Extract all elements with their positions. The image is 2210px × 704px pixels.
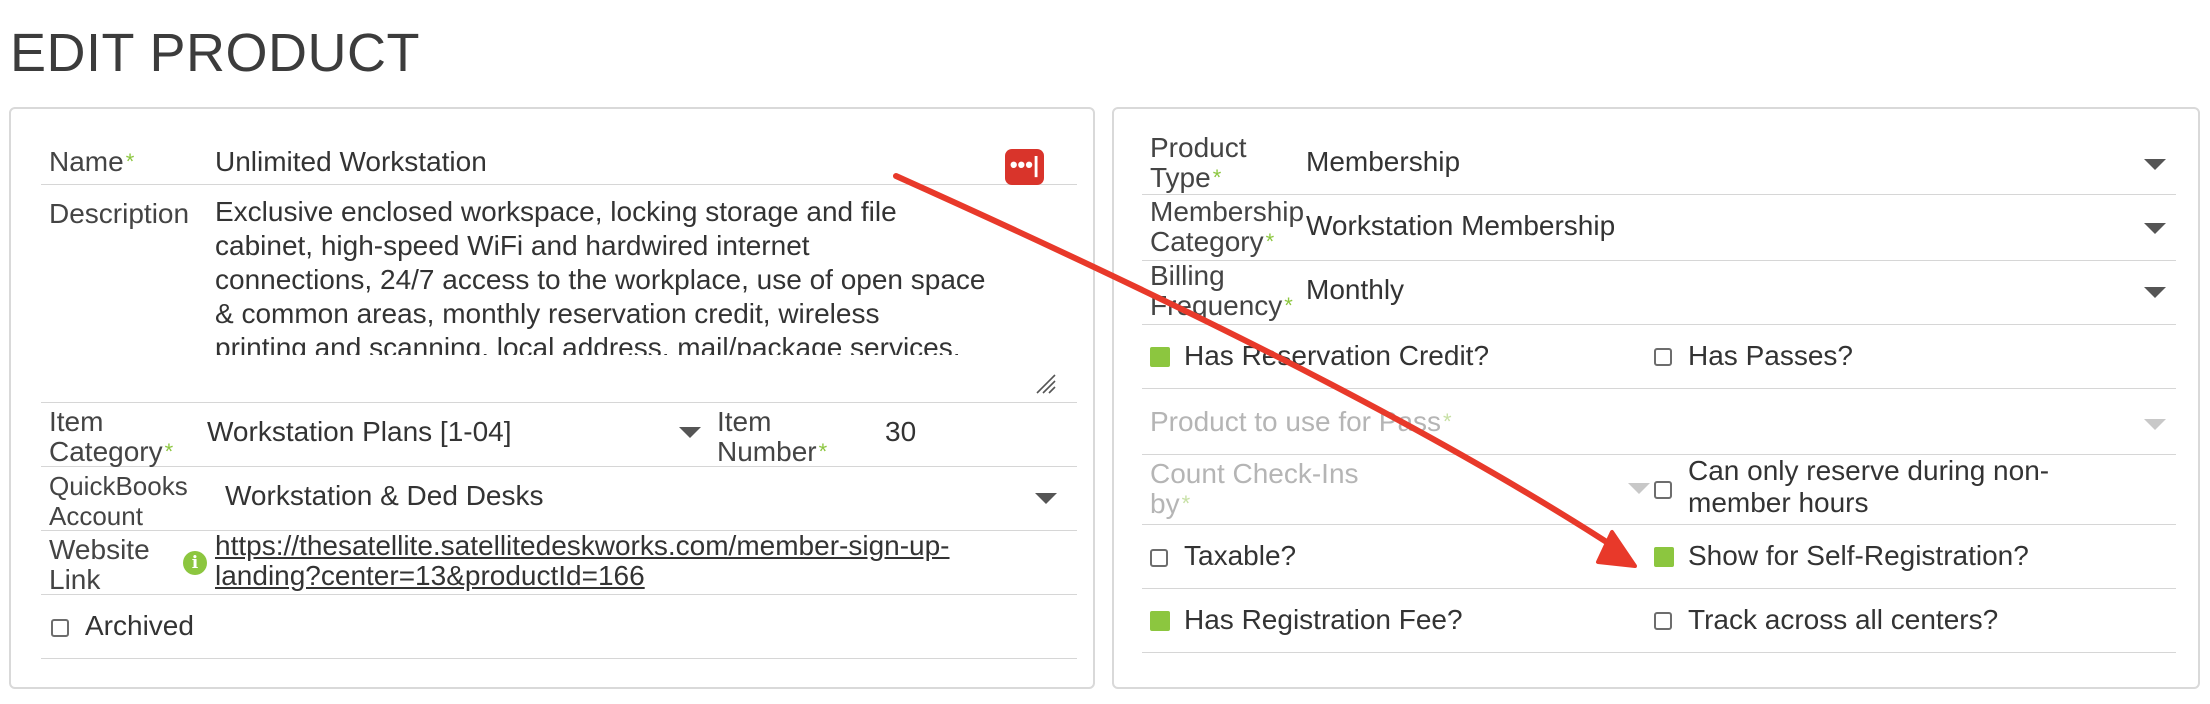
archived-row: Archived	[41, 595, 1077, 659]
track-all-centers-label: Track across all centers?	[1688, 604, 1999, 635]
checkins-row: Count Check-Ins by* Can only reserve duri…	[1142, 455, 2176, 525]
has-reservation-credit-label: Has Reservation Credit?	[1184, 340, 1490, 371]
archived-checkbox[interactable]	[51, 619, 69, 637]
product-type-row: Product Type* Membership	[1142, 131, 2176, 195]
chevron-down-icon[interactable]	[2144, 287, 2166, 298]
product-details-panel: Name* Unlimited Workstation •••| Descrip…	[9, 107, 1095, 689]
item-number-label: Item Number*	[717, 406, 828, 467]
quickbooks-row: QuickBooks Account Workstation & Ded Des…	[41, 467, 1077, 531]
non-member-hours-label: Can only reserve during non-member hours	[1688, 455, 2050, 518]
taxable-label: Taxable?	[1184, 540, 1297, 571]
has-passes-checkbox[interactable]	[1654, 348, 1672, 366]
name-row: Name* Unlimited Workstation	[41, 131, 1077, 185]
product-type-select[interactable]: Membership	[1306, 145, 1460, 179]
product-for-pass-label: Product to use for Pass*	[1150, 406, 1452, 437]
reservation-passes-row: Has Reservation Credit? Has Passes?	[1142, 325, 2176, 389]
item-category-select[interactable]: Workstation Plans [1-04]	[207, 415, 512, 449]
name-input[interactable]: Unlimited Workstation	[215, 145, 487, 179]
taxable-row: Taxable? Show for Self-Registration?	[1142, 525, 2176, 589]
billing-frequency-select[interactable]: Monthly	[1306, 273, 1404, 307]
name-label: Name*	[49, 146, 135, 177]
item-number-input[interactable]: 30	[885, 415, 916, 449]
has-registration-fee-label: Has Registration Fee?	[1184, 604, 1463, 635]
taxable-checkbox[interactable]	[1150, 549, 1168, 567]
membership-category-select[interactable]: Workstation Membership	[1306, 209, 1615, 243]
has-reservation-credit-checkbox[interactable]	[1150, 347, 1170, 367]
info-icon[interactable]: i	[183, 551, 207, 575]
quickbooks-account-select[interactable]: Workstation & Ded Desks	[225, 479, 544, 513]
description-textarea[interactable]: Exclusive enclosed workspace, locking st…	[215, 195, 1061, 355]
non-member-hours-checkbox[interactable]	[1654, 481, 1672, 499]
product-for-pass-row: Product to use for Pass*	[1142, 389, 2176, 455]
chevron-down-icon[interactable]	[2144, 223, 2166, 234]
chevron-down-icon[interactable]	[2144, 159, 2166, 170]
description-label: Description	[49, 198, 190, 229]
chevron-down-icon[interactable]	[1628, 483, 1650, 494]
self-registration-label: Show for Self-Registration?	[1688, 540, 2029, 571]
item-category-label: Item Category*	[49, 406, 174, 467]
website-link-row: Website Link i https://thesatellite.sate…	[41, 531, 1077, 595]
website-link[interactable]: https://thesatellite.satellitedeskworks.…	[215, 531, 950, 591]
archived-label: Archived	[85, 610, 194, 641]
item-category-row: Item Category* Workstation Plans [1-04] …	[41, 403, 1077, 467]
has-registration-fee-checkbox[interactable]	[1150, 611, 1170, 631]
chevron-down-icon[interactable]	[2144, 419, 2166, 430]
password-manager-icon[interactable]: •••|	[1005, 149, 1044, 185]
page-title: EDIT PRODUCT	[10, 23, 421, 83]
registration-fee-row: Has Registration Fee? Track across all c…	[1142, 589, 2176, 653]
chevron-down-icon[interactable]	[1035, 493, 1057, 504]
track-all-centers-checkbox[interactable]	[1654, 612, 1672, 630]
website-link-label: Website Link	[49, 534, 150, 595]
count-checkins-label: Count Check-Ins by*	[1150, 458, 1359, 519]
product-settings-panel: Product Type* Membership Membership Categ…	[1112, 107, 2200, 689]
chevron-down-icon[interactable]	[679, 427, 701, 438]
billing-frequency-row: Billing Frequency* Monthly	[1142, 261, 2176, 325]
quickbooks-label: QuickBooks Account	[49, 471, 188, 531]
has-passes-label: Has Passes?	[1688, 340, 1853, 371]
product-type-label: Product Type*	[1150, 132, 1247, 193]
membership-category-row: Membership Category* Workstation Membersh…	[1142, 195, 2176, 261]
self-registration-checkbox[interactable]	[1654, 547, 1674, 567]
resize-handle-icon[interactable]	[1035, 373, 1057, 395]
